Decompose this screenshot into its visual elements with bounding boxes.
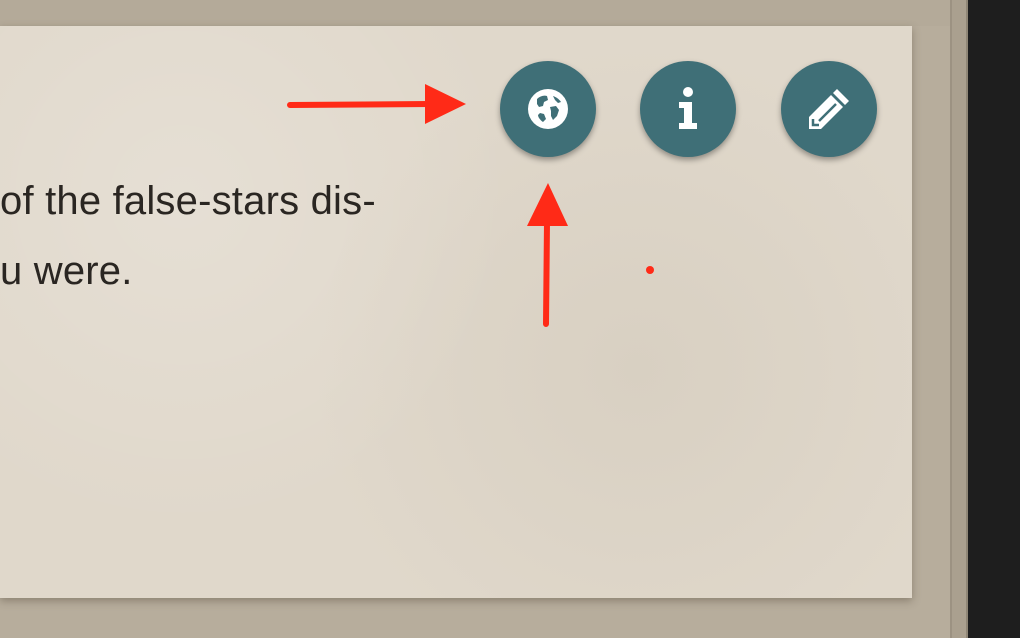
globe-button[interactable] xyxy=(500,61,596,157)
card-text-line: of the false-stars dis- xyxy=(0,179,376,223)
globe-icon xyxy=(525,86,571,132)
card-text: of the false-stars dis- u were. xyxy=(0,166,480,306)
side-panel xyxy=(968,0,1020,638)
info-icon xyxy=(668,85,708,133)
content-card: of the false-stars dis- u were. xyxy=(0,26,912,598)
app-window: of the false-stars dis- u were. xyxy=(0,0,1020,638)
info-button[interactable] xyxy=(640,61,736,157)
edit-button[interactable] xyxy=(781,61,877,157)
card-text-line: u were. xyxy=(0,249,133,293)
pencil-icon xyxy=(803,83,855,135)
top-strip xyxy=(0,0,950,26)
scrollbar-track[interactable] xyxy=(950,0,968,638)
